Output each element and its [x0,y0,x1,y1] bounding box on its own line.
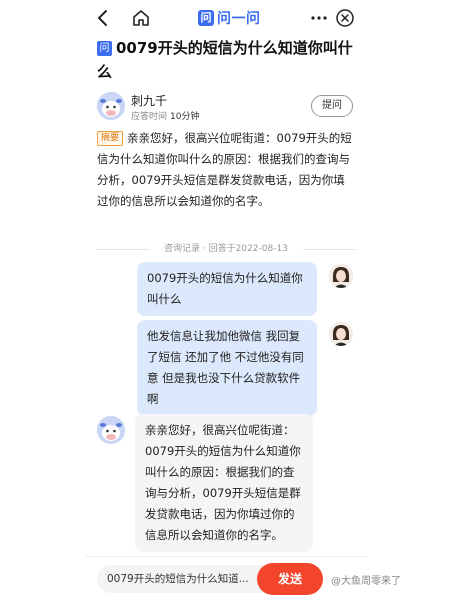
user-avatar [329,322,353,346]
home-icon[interactable] [131,8,151,28]
consult-record-divider: 咨询记录 · 回答于2022-08-13 [97,243,355,255]
question-title-text: 0079开头的短信为什么知道你叫什么 [97,39,353,81]
send-button[interactable]: 发送 [257,563,323,595]
brand-badge: 问 [198,10,214,26]
bottom-input-bar: 0079开头的短信为什么知道... 发送 [85,556,367,600]
app-page: 问 问一问 问0079开头的短信为什么知道你叫什么 刺九千 应答时间10分钟 [85,0,367,600]
answer-message: 亲亲您好，很高兴位呢街道：0079开头的短信为什么知道你叫什么的原因：根据我们的… [135,414,313,552]
cow-avatar-icon [97,92,125,120]
user-message: 0079开头的短信为什么知道你叫什么 [137,262,317,316]
summary-text: 亲亲您好，很高兴位呢街道：0079开头的短信为什么知道你叫什么的原因：根据我们的… [97,131,352,208]
cow-avatar-icon [97,416,125,444]
brand-logo: 问 问一问 [198,8,261,28]
user-avatar-icon [329,322,353,346]
response-time-value: 10分钟 [170,112,200,122]
top-bar: 问 问一问 [85,0,367,36]
summary-tag: 摘要 [97,131,124,146]
answerer-avatar [97,416,125,444]
close-circle-icon[interactable] [335,8,355,28]
question-badge: 问 [97,41,112,56]
author-name[interactable]: 刺九千 [131,92,167,109]
more-icon[interactable] [309,8,329,28]
ask-button[interactable]: 提问 [311,95,353,117]
response-time-label: 应答时间 [131,112,168,122]
question-title: 问 0079开头的短信为什么知道你叫什么 [97,36,357,84]
back-arrow-icon[interactable] [93,8,113,28]
author-meta: 应答时间 10分钟 [131,109,199,122]
weibo-watermark: @大鱼周零来了 [331,576,401,587]
user-avatar-icon [329,264,353,288]
user-avatar [329,264,353,288]
author-avatar[interactable] [97,92,125,120]
brand-name: 问一问 [217,11,261,27]
user-message: 他发信息让我加他微信 我回复了短信 还加了他 不过他没有同意 但是我也没下什么贷… [137,320,317,416]
answer-summary: 摘要 亲亲您好，很高兴位呢街道：0079开头的短信为什么知道你叫什么的原因：根据我… [97,128,355,212]
